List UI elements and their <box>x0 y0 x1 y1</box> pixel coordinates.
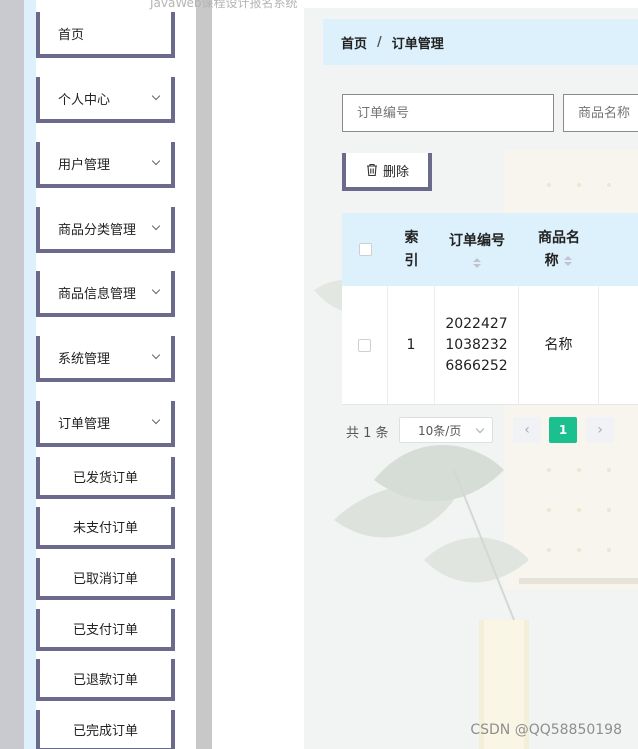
app-title: JavaWeb课程设计报名系统 <box>150 0 298 10</box>
header-select-cell <box>342 213 388 286</box>
submenu-item-cancelled-orders[interactable]: 已取消订单 <box>36 558 175 600</box>
sidebar-item-label: 商品信息管理 <box>58 286 137 302</box>
row-checkbox[interactable] <box>358 338 371 352</box>
breadcrumb-home[interactable]: 首页 <box>341 33 367 52</box>
header-index[interactable]: 索引 <box>388 213 435 286</box>
breadcrumb-current: 订单管理 <box>391 36 444 52</box>
product-name-search-input[interactable] <box>563 94 638 132</box>
page-size-select[interactable]: 10条/页 <box>399 417 493 443</box>
main-content: 首页 / 订单管理 删除 索引 订单编号 商品 <box>304 0 638 749</box>
row-index-cell: 1 <box>388 286 435 404</box>
sidebar-item-system-management[interactable]: 系统管理 <box>36 336 175 382</box>
sidebar-item-label: 系统管理 <box>58 351 111 367</box>
order-no-search-input[interactable] <box>342 94 554 132</box>
chevron-down-icon <box>153 352 161 360</box>
header-product-name[interactable]: 商品名称 <box>519 213 599 286</box>
submenu-item-paid-orders[interactable]: 已支付订单 <box>36 609 175 651</box>
sidebar-item-order-management[interactable]: 订单管理 <box>36 401 175 447</box>
sort-icon[interactable] <box>472 257 482 269</box>
sort-icon[interactable] <box>563 255 573 267</box>
chevron-down-icon <box>153 223 161 231</box>
sidebar-item-label: 首页 <box>58 27 85 43</box>
page-number: 1 <box>558 423 568 437</box>
pagination-total: 共 1 条 <box>346 425 389 441</box>
breadcrumb-separator: / <box>377 34 382 50</box>
breadcrumb: 首页 / 订单管理 <box>323 19 638 65</box>
row-order-no-cell: 2022427 1038232 6866252 <box>435 286 519 404</box>
sidebar-item-category-management[interactable]: 商品分类管理 <box>36 207 175 253</box>
sidebar-item-label: 个人中心 <box>58 92 111 108</box>
submenu-item-label: 已发货订单 <box>72 470 138 486</box>
chevron-down-icon <box>153 417 161 425</box>
chevron-down-icon <box>153 158 161 166</box>
page-size-value: 10条/页 <box>418 423 462 438</box>
row-product-name-cell: 名称 <box>519 286 599 404</box>
submenu-item-label: 已支付订单 <box>72 622 138 638</box>
header-order-no-label: 订单编号 <box>449 233 505 249</box>
order-no-line: 1038232 <box>445 336 508 353</box>
order-no-line: 6866252 <box>445 357 508 374</box>
chevron-left-icon: ‹ <box>524 422 530 438</box>
sidebar-item-user-management[interactable]: 用户管理 <box>36 142 175 188</box>
sidebar-item-home[interactable]: 首页 <box>36 12 175 58</box>
header-product-name-label: 商品名称 <box>538 229 580 269</box>
submenu-item-label: 已完成订单 <box>72 723 138 739</box>
chevron-down-icon <box>153 93 161 101</box>
header-index-label: 索引 <box>404 229 419 269</box>
order-no-line: 2022427 <box>445 315 508 332</box>
left-edge-strip <box>0 0 24 749</box>
page-number-button[interactable]: 1 <box>549 417 577 443</box>
sidebar-item-personal-center[interactable]: 个人中心 <box>36 77 175 123</box>
chevron-down-icon <box>475 424 485 434</box>
submenu-item-shipped-orders[interactable]: 已发货订单 <box>36 457 175 499</box>
delete-button[interactable]: 删除 <box>342 153 432 191</box>
sidebar-divider <box>196 0 212 749</box>
submenu-item-label: 已退款订单 <box>72 672 138 688</box>
sidebar-item-product-management[interactable]: 商品信息管理 <box>36 271 175 317</box>
table-body: 1 2022427 1038232 6866252 名称 <box>342 286 638 405</box>
header-order-no[interactable]: 订单编号 <box>435 213 519 286</box>
chevron-right-icon: › <box>597 422 603 438</box>
sidebar-item-label: 订单管理 <box>58 416 111 432</box>
submenu-item-label: 未支付订单 <box>72 520 138 536</box>
table-header: 索引 订单编号 商品名称 <box>342 213 638 286</box>
sidebar-item-label: 商品分类管理 <box>58 222 137 238</box>
sidebar-item-label: 用户管理 <box>58 157 111 173</box>
delete-button-label: 删除 <box>382 164 409 180</box>
content-gap <box>212 0 304 749</box>
submenu-item-refunded-orders[interactable]: 已退款订单 <box>36 659 175 701</box>
next-page-button[interactable]: › <box>586 417 614 443</box>
submenu-item-completed-orders[interactable]: 已完成订单 <box>36 710 175 749</box>
chevron-down-icon <box>153 287 161 295</box>
submenu-item-unpaid-orders[interactable]: 未支付订单 <box>36 507 175 549</box>
prev-page-button[interactable]: ‹ <box>513 417 541 443</box>
trash-icon <box>366 163 377 177</box>
left-accent-strip <box>24 0 36 749</box>
submenu-item-label: 已取消订单 <box>72 571 138 587</box>
watermark: CSDN @QQ58850198 <box>470 722 622 738</box>
select-all-checkbox[interactable] <box>358 243 372 256</box>
row-select-cell <box>342 286 388 404</box>
